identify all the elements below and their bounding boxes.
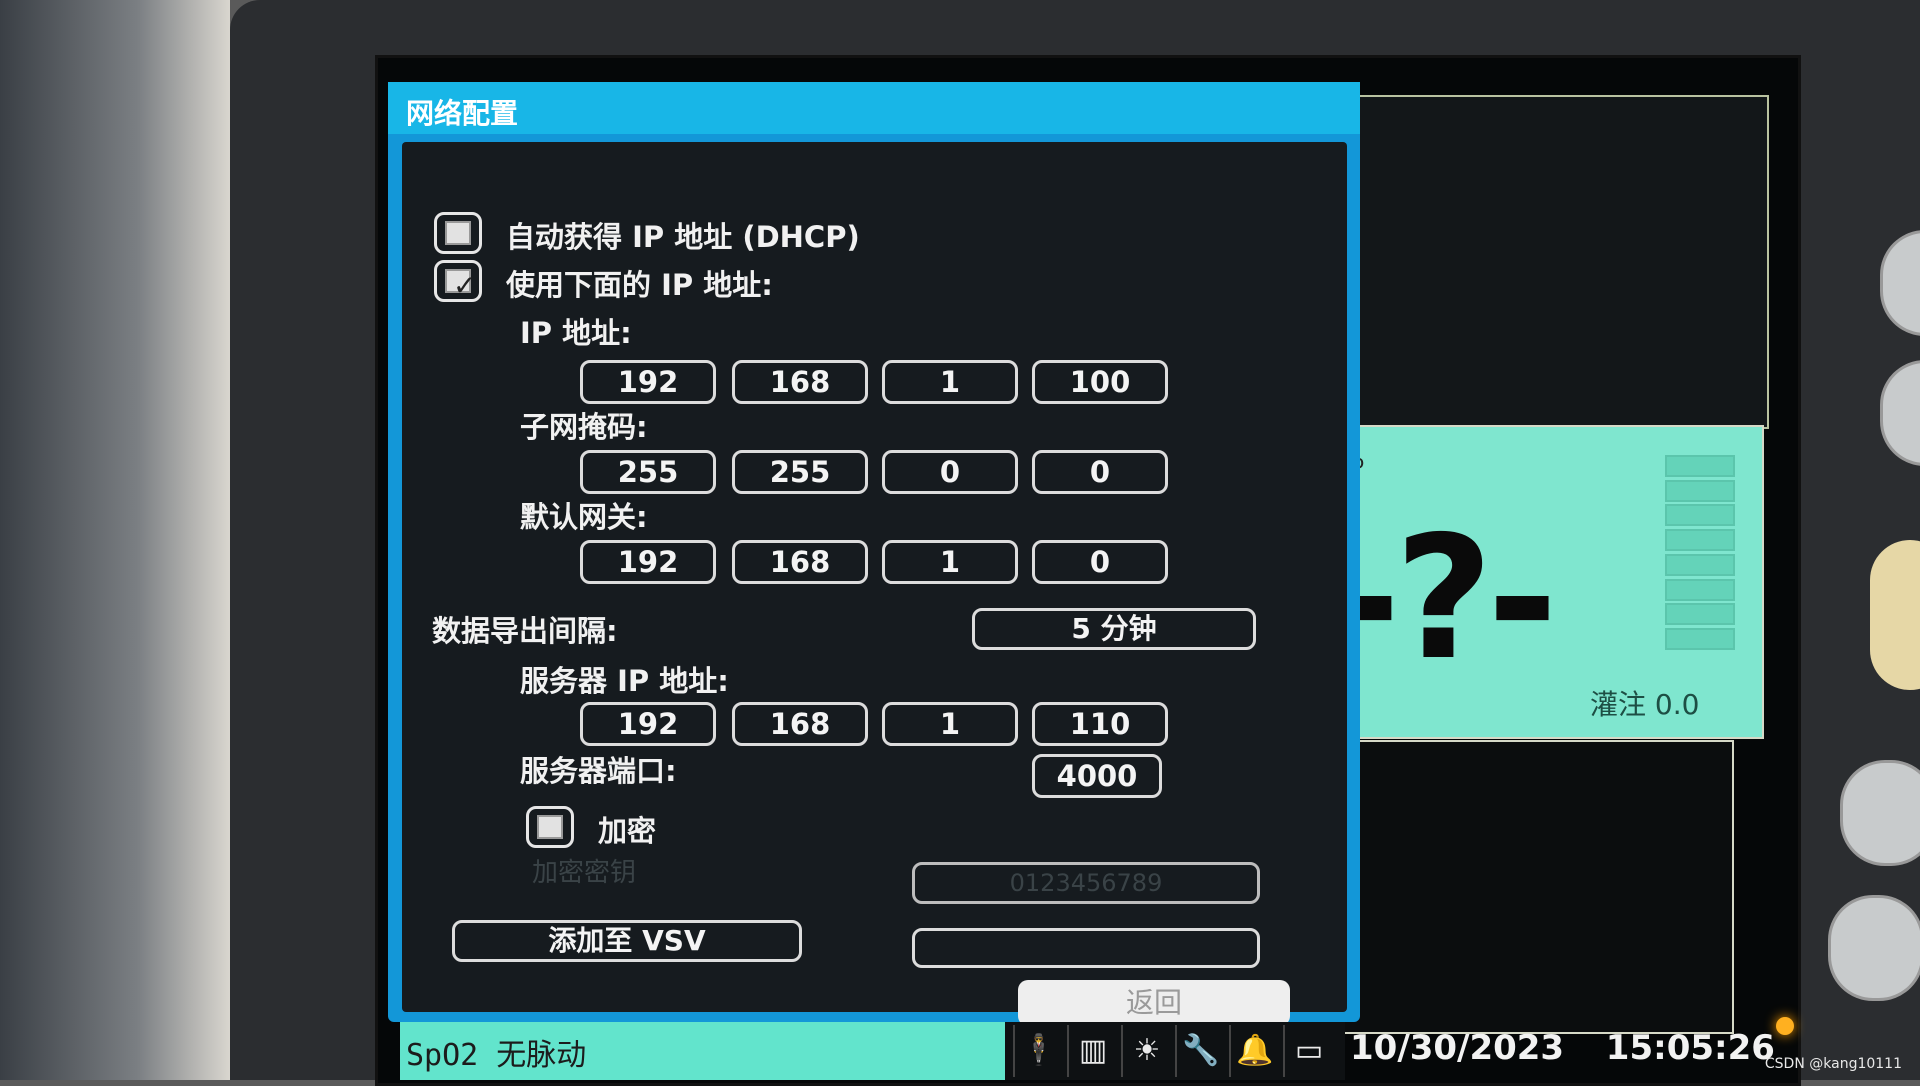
- gateway-label: 默认网关:: [520, 500, 648, 534]
- gateway-octet-4[interactable]: 0: [1032, 540, 1168, 584]
- ip-octet-2[interactable]: 168: [732, 360, 868, 404]
- hardkey-trend-icon[interactable]: [1828, 895, 1920, 1001]
- encrypt-checkbox[interactable]: [526, 806, 574, 848]
- encrypt-label: 加密: [598, 814, 657, 848]
- ip-octet-3[interactable]: 1: [882, 360, 1018, 404]
- export-interval-select[interactable]: 5 分钟: [972, 608, 1256, 650]
- battery-icon: ▭: [1283, 1025, 1333, 1077]
- lower-parameter-panel: [1320, 740, 1734, 1034]
- subnet-octet-1[interactable]: 255: [580, 450, 716, 494]
- static-ip-label: 使用下面的 IP 地址:: [506, 268, 773, 302]
- server-port-field[interactable]: 4000: [1032, 754, 1162, 798]
- waveform-panel: [1355, 95, 1769, 429]
- spo2-value: -?-: [1330, 500, 1558, 698]
- ip-address-label: IP 地址:: [520, 316, 632, 350]
- checkbox-box: ✓: [445, 269, 476, 302]
- alarm-status-bar[interactable]: SpO2 无脉动: [400, 1022, 1005, 1080]
- power-led-icon: [1776, 1017, 1794, 1035]
- checkbox-box: [445, 221, 471, 245]
- server-ip-label: 服务器 IP 地址:: [520, 664, 729, 698]
- rotary-knob[interactable]: [1870, 540, 1920, 690]
- back-button[interactable]: 返回: [1018, 980, 1290, 1026]
- encryption-key-label: 加密密钥: [532, 858, 637, 888]
- gateway-octet-1[interactable]: 192: [580, 540, 716, 584]
- dialog-title-bar: 网络配置: [388, 82, 1360, 134]
- checkmark-icon: ✓: [453, 269, 477, 302]
- wrench-icon[interactable]: 🔧: [1175, 1025, 1225, 1077]
- date-text: 10/30/2023: [1350, 1028, 1565, 1068]
- dhcp-checkbox[interactable]: [434, 212, 482, 254]
- dialog-body: 自动获得 IP 地址 (DHCP) ✓ 使用下面的 IP 地址: IP 地址: …: [402, 142, 1347, 1012]
- add-to-vsv-button[interactable]: 添加至 VSV: [452, 920, 802, 962]
- person-icon[interactable]: 🕴: [1013, 1025, 1063, 1077]
- subnet-label: 子网掩码:: [520, 410, 648, 444]
- hardkey-screen-icon[interactable]: [1840, 760, 1920, 866]
- subnet-octet-3[interactable]: 0: [882, 450, 1018, 494]
- brightness-icon[interactable]: ☀: [1121, 1025, 1171, 1077]
- gateway-octet-2[interactable]: 168: [732, 540, 868, 584]
- signal-strength-bars: [1665, 455, 1735, 650]
- desk-background: [0, 0, 230, 1080]
- system-icon-strip: 🕴 ▥ ☀ 🔧 🔔 ▭: [1005, 1022, 1345, 1080]
- watermark: CSDN @kang10111: [1764, 1056, 1902, 1072]
- dialog-title: 网络配置: [406, 97, 519, 130]
- static-ip-checkbox[interactable]: ✓: [434, 260, 482, 302]
- bed-icon[interactable]: ▥: [1067, 1025, 1117, 1077]
- network-config-dialog: 网络配置 自动获得 IP 地址 (DHCP) ✓ 使用下面的 IP 地址: IP…: [388, 82, 1360, 1026]
- bell-icon[interactable]: 🔔: [1229, 1025, 1279, 1077]
- server-ip-octet-3[interactable]: 1: [882, 702, 1018, 746]
- vsv-field[interactable]: [912, 928, 1260, 968]
- perfusion-readout: 灌注 0.0: [1590, 688, 1700, 721]
- subnet-octet-2[interactable]: 255: [732, 450, 868, 494]
- subnet-octet-4[interactable]: 0: [1032, 450, 1168, 494]
- export-interval-label: 数据导出间隔:: [432, 614, 618, 648]
- checkbox-box: [537, 815, 563, 839]
- encryption-key-field[interactable]: 0123456789: [912, 862, 1260, 904]
- time-text: 15:05:26: [1605, 1028, 1775, 1068]
- alarm-message: SpO2 无脉动: [406, 1038, 587, 1073]
- server-ip-octet-4[interactable]: 110: [1032, 702, 1168, 746]
- gateway-octet-3[interactable]: 1: [882, 540, 1018, 584]
- date-time-display: 10/30/2023 15:05:26: [1350, 1028, 1775, 1068]
- server-ip-octet-2[interactable]: 168: [732, 702, 868, 746]
- server-ip-octet-1[interactable]: 192: [580, 702, 716, 746]
- dhcp-label: 自动获得 IP 地址 (DHCP): [506, 220, 860, 254]
- server-port-label: 服务器端口:: [520, 754, 677, 788]
- ip-octet-1[interactable]: 192: [580, 360, 716, 404]
- ip-octet-4[interactable]: 100: [1032, 360, 1168, 404]
